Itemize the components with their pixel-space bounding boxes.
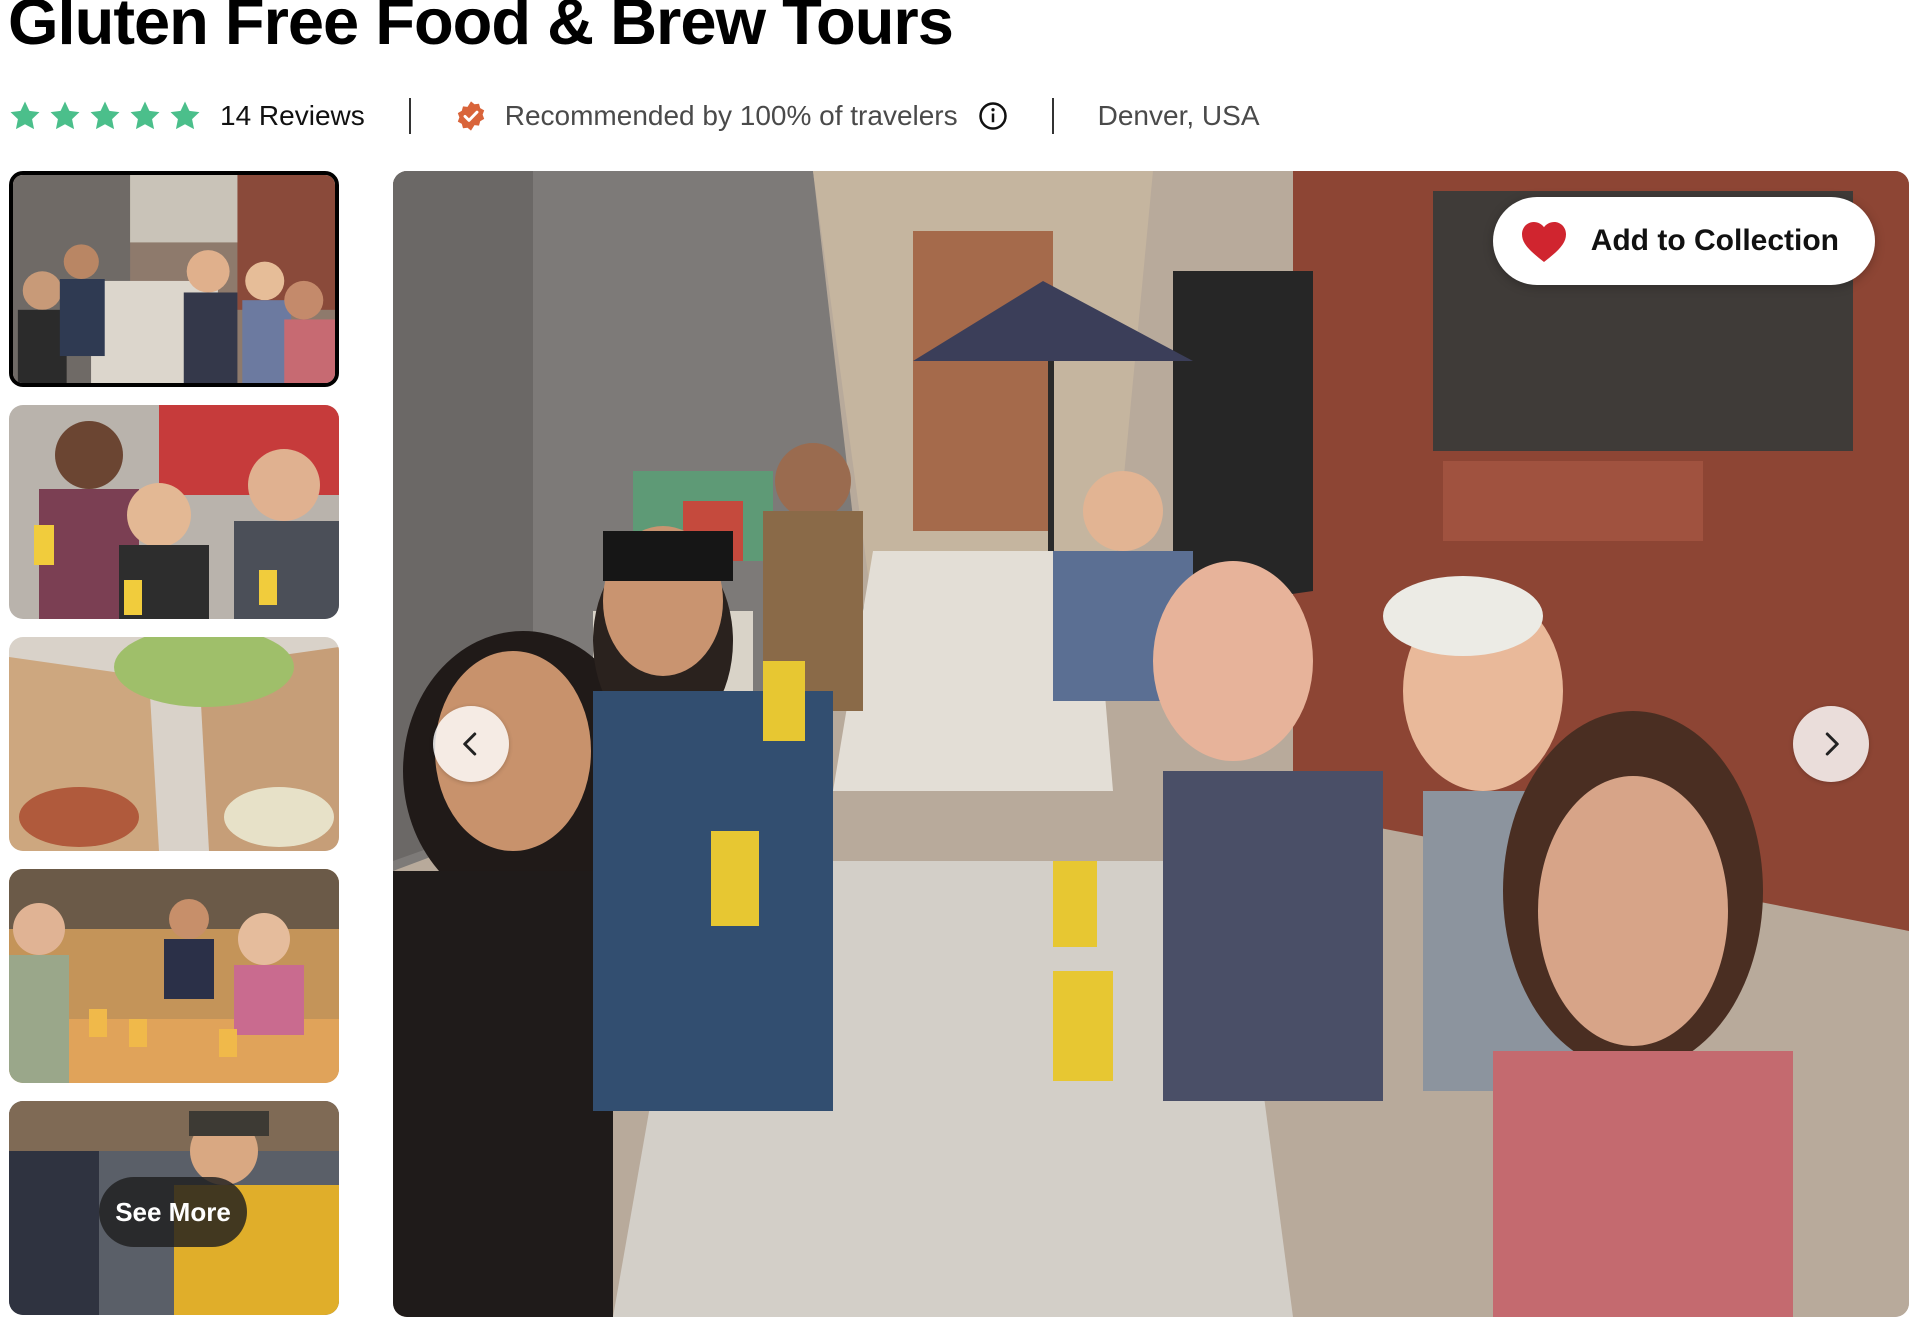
reviews-link[interactable]: 14 Reviews: [220, 100, 365, 132]
recommendation-text: Recommended by 100% of travelers: [504, 100, 958, 131]
heart-icon: [1521, 222, 1566, 262]
main-photo: Add to Collection: [393, 171, 1909, 1317]
thumbnail-2[interactable]: [9, 405, 339, 619]
chevron-right-icon: [1825, 732, 1839, 756]
add-to-collection-label: Add to Collection: [1590, 224, 1839, 257]
see-more-button[interactable]: See More: [99, 1177, 247, 1247]
page-title: Gluten Free Food & Brew Tours: [8, 0, 954, 58]
thumbnail-4[interactable]: [9, 869, 339, 1083]
star-icon: [48, 99, 82, 133]
recommended-badge-icon: [455, 100, 487, 132]
star-icon: [128, 99, 162, 133]
next-photo-button[interactable]: [1793, 706, 1869, 782]
star-icon: [88, 99, 122, 133]
thumbnail-1[interactable]: [9, 171, 339, 387]
star-icon: [168, 99, 202, 133]
thumbnail-image: [9, 405, 339, 619]
chevron-left-icon: [463, 732, 477, 756]
thumbnail-3[interactable]: [9, 637, 339, 851]
divider: [1051, 98, 1054, 134]
star-icon: [8, 99, 42, 133]
tour-page: Gluten Free Food & Brew Tours 14 Reviews…: [0, 0, 1912, 1342]
info-icon[interactable]: [978, 101, 1008, 131]
divider: [408, 98, 411, 134]
thumbnail-image: [9, 869, 339, 1083]
add-to-collection-button[interactable]: Add to Collection: [1492, 197, 1875, 285]
location-text: Denver, USA: [1097, 100, 1260, 131]
thumbnail-strip: See More: [9, 171, 339, 1333]
thumbnail-image: [9, 637, 339, 851]
previous-photo-button[interactable]: [433, 706, 509, 782]
tour-meta-row: 14 Reviews Recommended by 100% of travel…: [8, 92, 1260, 140]
thumbnail-5[interactable]: See More: [9, 1101, 339, 1315]
thumbnail-image: [13, 175, 335, 383]
main-photo-image: [393, 171, 1909, 1317]
rating-stars[interactable]: [8, 99, 202, 133]
